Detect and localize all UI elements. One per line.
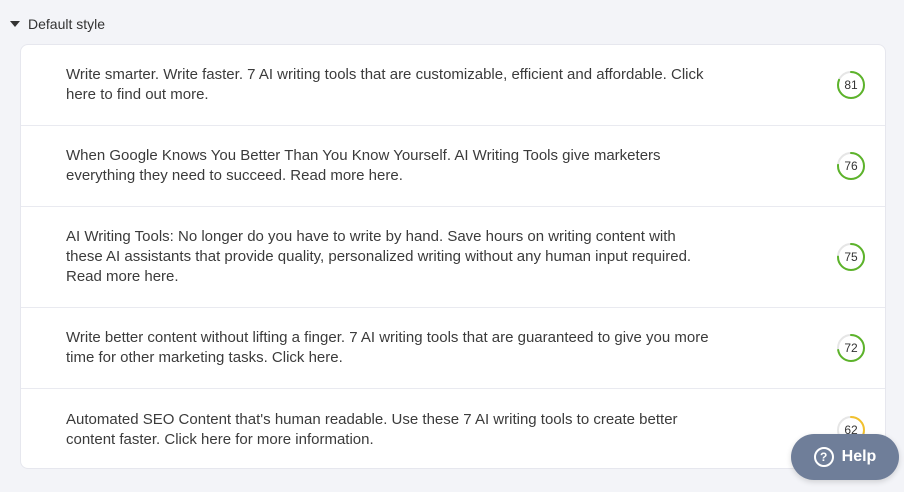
result-row[interactable]: Write better content without lifting a f… [21,308,885,389]
caret-down-icon [10,21,20,27]
score-value: 81 [844,78,858,92]
result-text: Automated SEO Content that's human reada… [66,410,678,448]
score-ring: 72 [836,333,866,363]
result-row[interactable]: Automated SEO Content that's human reada… [21,389,885,468]
section-title: Default style [28,16,106,32]
score-value: 76 [844,159,858,173]
score-value: 75 [844,250,858,264]
result-text: AI Writing Tools: No longer do you have … [66,228,692,285]
result-text: Write smarter. Write faster. 7 AI writin… [66,66,704,103]
result-row[interactable]: When Google Knows You Better Than You Kn… [21,126,885,207]
result-text: When Google Knows You Better Than You Kn… [66,147,661,184]
result-row[interactable]: Write smarter. Write faster. 7 AI writin… [21,45,885,126]
help-button[interactable]: ? Help [791,434,899,480]
results-card: Write smarter. Write faster. 7 AI writin… [20,44,886,469]
result-text: Write better content without lifting a f… [66,329,709,366]
section-toggle-default-style[interactable]: Default style [10,16,105,32]
score-ring: 75 [836,242,866,272]
result-row[interactable]: AI Writing Tools: No longer do you have … [21,207,885,308]
score-ring: 81 [836,70,866,100]
help-label: Help [841,448,877,465]
question-circle-icon: ? [813,447,834,467]
score-value: 72 [844,341,858,355]
score-ring: 76 [836,151,866,181]
